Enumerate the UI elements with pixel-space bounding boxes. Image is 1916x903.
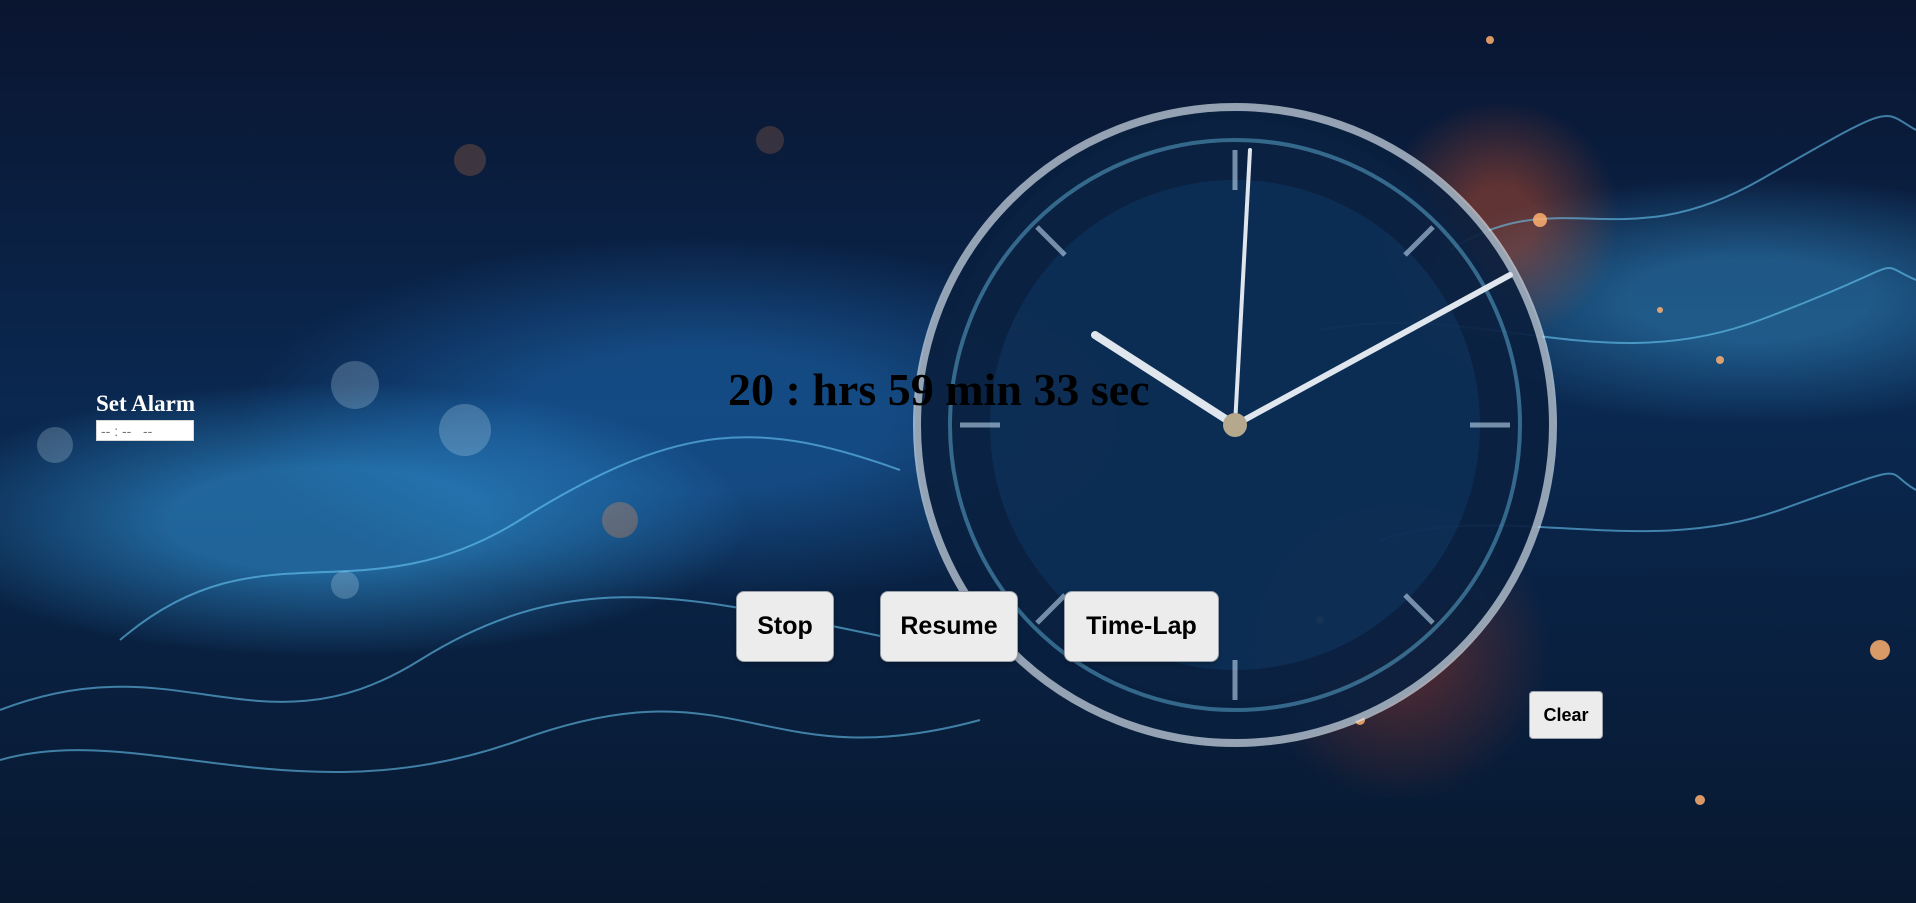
alarm-panel: Set Alarm <box>96 390 216 441</box>
clock-background-image <box>0 36 1916 805</box>
clear-button[interactable]: Clear <box>1529 691 1603 739</box>
resume-button[interactable]: Resume <box>880 591 1018 662</box>
timer-display: 20 : hrs 59 min 33 sec <box>728 364 1150 415</box>
stop-button[interactable]: Stop <box>736 591 834 662</box>
alarm-time-input[interactable] <box>96 420 194 441</box>
time-lap-button[interactable]: Time-Lap <box>1064 591 1219 662</box>
alarm-title: Set Alarm <box>96 391 196 416</box>
